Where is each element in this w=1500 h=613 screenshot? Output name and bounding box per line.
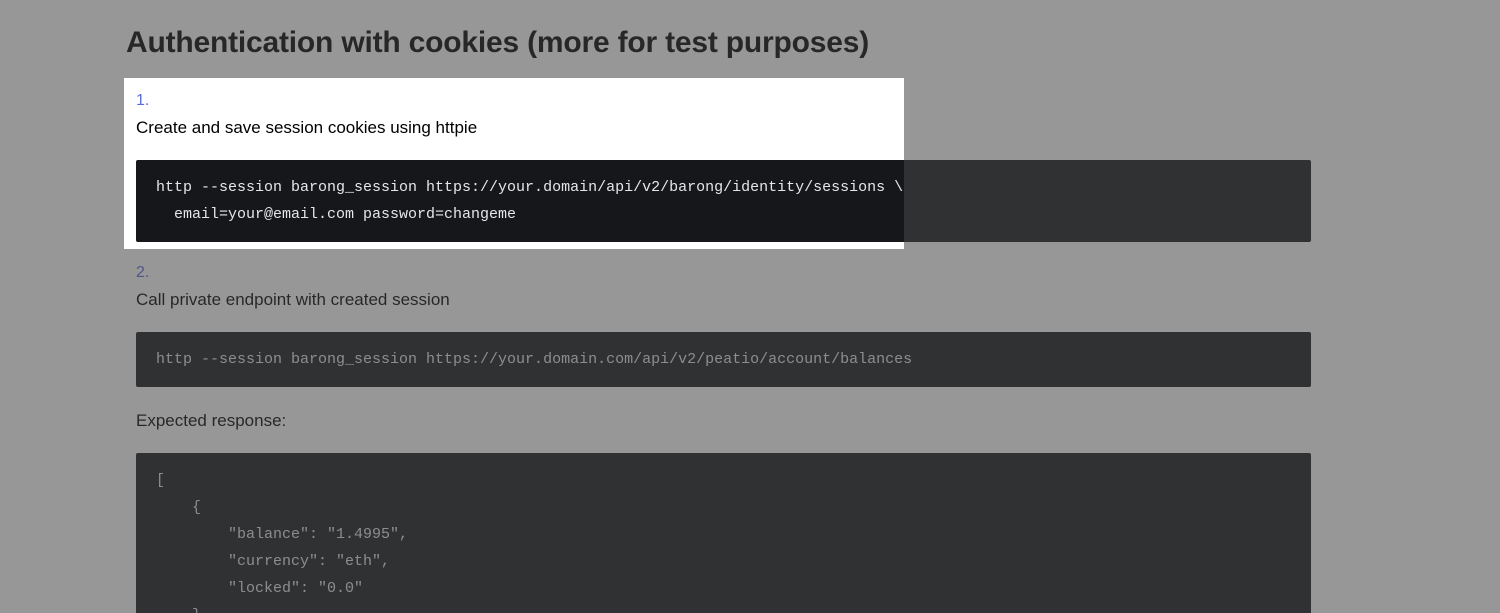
step-1: 1. Create and save session cookies using… [126,92,1440,242]
section-heading: Authentication with cookies (more for te… [126,0,1440,92]
step-1-code[interactable]: http --session barong_session https://yo… [136,160,1311,242]
step-1-marker: 1. [126,92,1440,110]
step-1-desc: Create and save session cookies using ht… [126,118,1440,138]
step-2: 2. Call private endpoint with created se… [126,264,1440,387]
step-2-code[interactable]: http --session barong_session https://yo… [136,332,1311,387]
expected-response-label: Expected response: [126,411,1440,431]
step-2-marker: 2. [126,264,1440,282]
expected-response-code[interactable]: [ { "balance": "1.4995", "currency": "et… [136,453,1311,613]
step-2-desc: Call private endpoint with created sessi… [126,290,1440,310]
doc-page: Authentication with cookies (more for te… [0,0,1500,613]
